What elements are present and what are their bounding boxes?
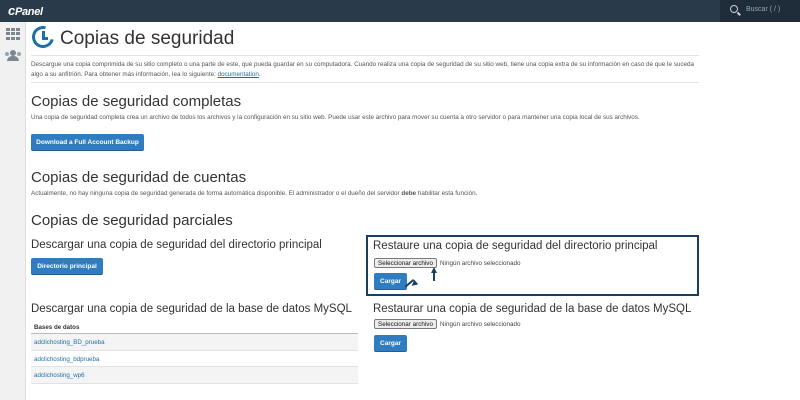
download-home-heading: Descargar una copia de seguridad del dir… (31, 239, 322, 251)
restore-mysql-file-button[interactable]: Seleccionar archivo (374, 319, 437, 329)
table-row: adclichosting_BD_prueba (31, 334, 358, 351)
restore-mysql-heading: Restaurar una copia de seguridad de la b… (373, 303, 692, 315)
partial-backup-heading: Copias de seguridad parciales (31, 212, 233, 229)
account-backup-text: Actualmente, no hay ninguna copia de seg… (31, 189, 699, 199)
account-backup-text-end: habilitar esta función. (417, 190, 478, 197)
top-bar: cPanel Buscar ( / ) (0, 0, 800, 22)
page-description: Descargue una copia comprimida de su sit… (31, 60, 699, 79)
cpanel-logo[interactable]: cPanel (8, 3, 43, 18)
table-row: adclichosting_bdprueba (31, 351, 358, 367)
account-backup-text-bold: debe (401, 190, 417, 197)
restore-home-heading: Restaure una copia de seguridad del dire… (373, 240, 658, 252)
search-icon (730, 5, 738, 13)
restore-home-upload-button[interactable]: Cargar (374, 273, 407, 289)
annotation-arrow (433, 272, 435, 281)
database-link[interactable]: adclichosting_BD_prueba (34, 339, 105, 346)
page-title: Copias de seguridad (60, 28, 235, 49)
users-icon[interactable] (5, 50, 21, 62)
full-backup-heading: Copias de seguridad completas (31, 93, 242, 110)
home-directory-button[interactable]: Directorio principal (31, 258, 103, 274)
description-text: Descargue una copia comprimida de su sit… (31, 61, 694, 78)
database-link[interactable]: adclichosting_wp6 (34, 372, 85, 379)
search-input[interactable]: Buscar ( / ) (746, 6, 780, 13)
logo-c: c (8, 3, 15, 18)
description-period: . (258, 70, 261, 78)
restore-mysql-no-file: Ningún archivo seleccionado (440, 321, 521, 328)
databases-table: Bases de datos adclichosting_BD_prueba a… (31, 321, 358, 384)
account-backup-heading: Copias de seguridad de cuentas (31, 169, 247, 186)
sidebar (0, 22, 26, 400)
full-backup-button[interactable]: Download a Full Account Backup (31, 134, 144, 150)
table-row: adclichosting_wp6 (31, 367, 358, 384)
documentation-link[interactable]: documentation (218, 71, 259, 78)
divider (31, 82, 699, 83)
account-backup-text-start: Actualmente, no hay ninguna copia de seg… (31, 190, 400, 197)
databases-column-header: Bases de datos (31, 321, 358, 334)
logo-panel: Panel (14, 6, 43, 18)
database-link[interactable]: adclichosting_bdprueba (34, 356, 99, 363)
divider (31, 55, 699, 56)
restore-mysql-upload-button[interactable]: Cargar (374, 335, 407, 351)
grid-icon[interactable] (6, 28, 20, 40)
download-mysql-heading: Descargar una copia de seguridad de la b… (31, 303, 352, 315)
clock-hand (42, 37, 48, 40)
annotation-arrow-head (431, 267, 437, 273)
restore-home-no-file: Ningún archivo seleccionado (440, 260, 521, 267)
restore-home-file-button[interactable]: Seleccionar archivo (374, 258, 437, 268)
full-backup-text: Una copia de seguridad completa crea un … (31, 114, 640, 121)
search-box[interactable]: Buscar ( / ) (720, 0, 800, 22)
